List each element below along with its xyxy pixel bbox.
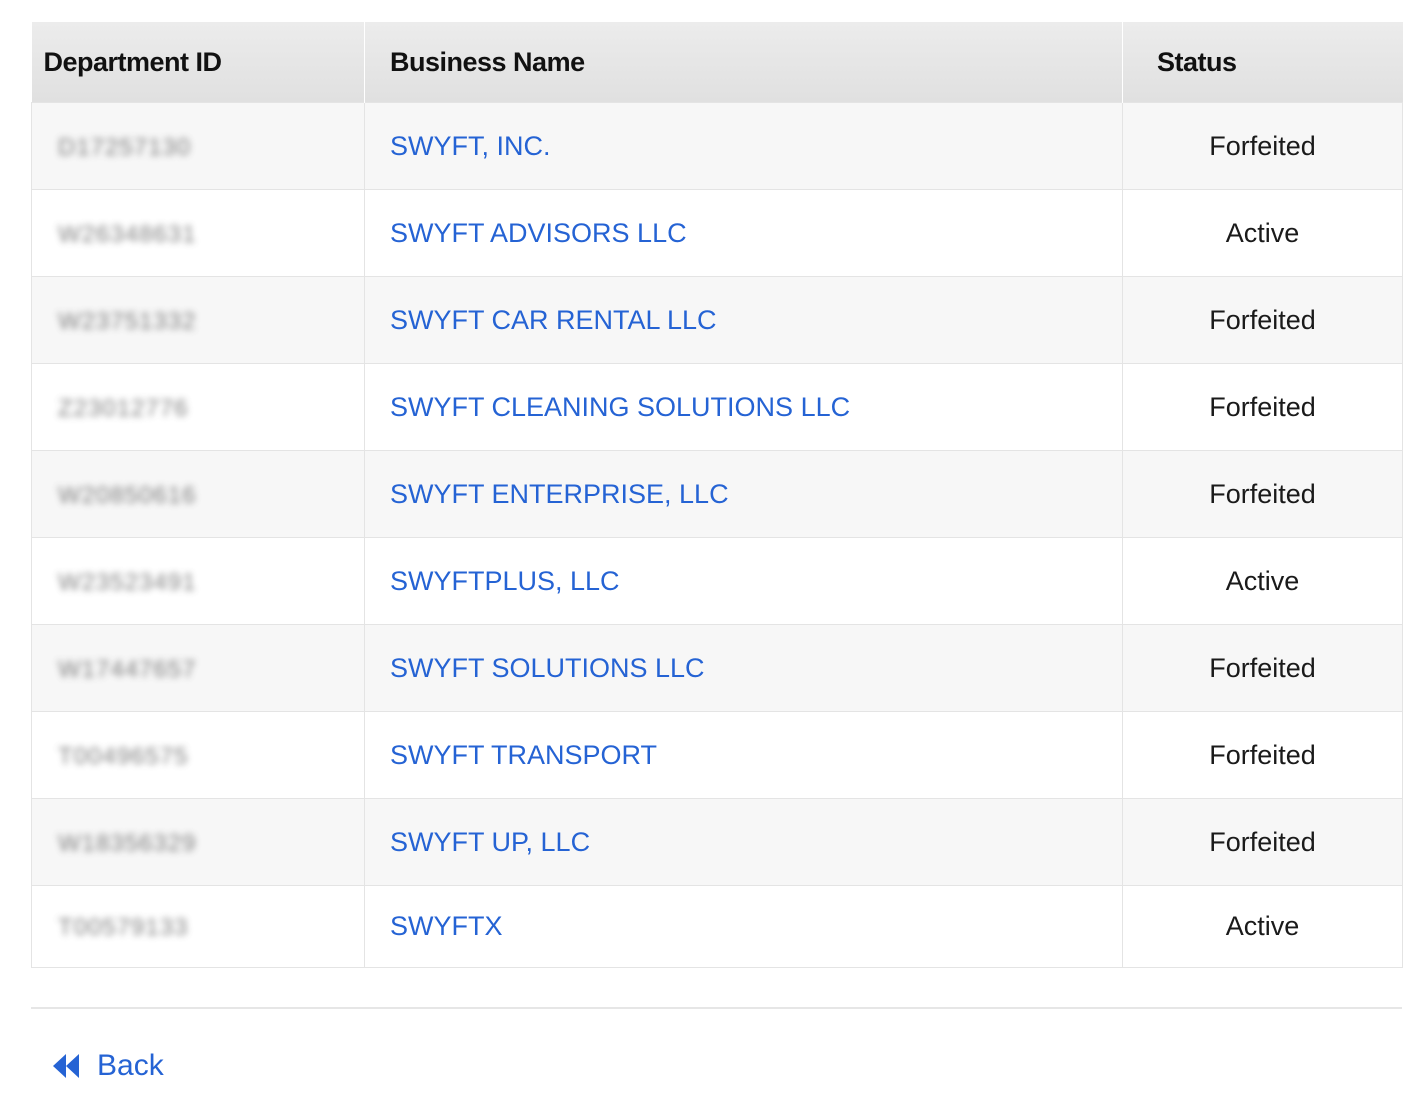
business-name-cell: SWYFT SOLUTIONS LLC	[364, 624, 1123, 712]
department-id: W18356329	[58, 829, 197, 857]
business-name-cell: SWYFTPLUS, LLC	[364, 537, 1123, 625]
footer-divider	[31, 1007, 1402, 1009]
department-id-cell: W23751332	[31, 276, 365, 364]
table-row: W23523491 SWYFTPLUS, LLC Active	[31, 537, 1403, 625]
table-row: W23751332 SWYFT CAR RENTAL LLC Forfeited	[31, 276, 1403, 364]
business-name-link[interactable]: SWYFT TRANSPORT	[390, 740, 657, 770]
department-id-cell: W17447657	[31, 624, 365, 712]
business-name-link[interactable]: SWYFT, INC.	[390, 131, 551, 161]
business-name-cell: SWYFT ENTERPRISE, LLC	[364, 450, 1123, 538]
back-label: Back	[97, 1049, 164, 1082]
department-id-cell: T00496575	[31, 711, 365, 799]
header-business-name[interactable]: Business Name	[364, 22, 1123, 103]
table-row: W26348631 SWYFT ADVISORS LLC Active	[31, 189, 1403, 277]
department-id-cell: Z23012776	[31, 363, 365, 451]
department-id-cell: D17257130	[31, 102, 365, 190]
table-row: T00496575 SWYFT TRANSPORT Forfeited	[31, 711, 1403, 799]
results-table-header: Department ID Business Name Status	[31, 22, 1403, 103]
department-id-cell: T00579133	[31, 885, 365, 968]
department-id: W17447657	[58, 655, 197, 683]
business-name-cell: SWYFT ADVISORS LLC	[364, 189, 1123, 277]
status-cell: Forfeited	[1122, 276, 1403, 364]
department-id: T00496575	[58, 742, 189, 770]
header-department-id[interactable]: Department ID	[31, 22, 365, 103]
department-id: W26348631	[58, 220, 197, 248]
business-name-cell: SWYFT CLEANING SOLUTIONS LLC	[364, 363, 1123, 451]
department-id-cell: W18356329	[31, 798, 365, 886]
department-id: W23751332	[58, 307, 197, 335]
business-name-link[interactable]: SWYFT ADVISORS LLC	[390, 218, 687, 248]
business-name-cell: SWYFT CAR RENTAL LLC	[364, 276, 1123, 364]
table-row: W20850616 SWYFT ENTERPRISE, LLC Forfeite…	[31, 450, 1403, 538]
business-name-link[interactable]: SWYFT ENTERPRISE, LLC	[390, 479, 729, 509]
search-results-page: Department ID Business Name Status D1725…	[0, 0, 1425, 1104]
business-name-cell: SWYFT UP, LLC	[364, 798, 1123, 886]
status-cell: Forfeited	[1122, 624, 1403, 712]
department-id: W20850616	[58, 481, 197, 509]
business-name-cell: SWYFT, INC.	[364, 102, 1123, 190]
business-name-link[interactable]: SWYFT CAR RENTAL LLC	[390, 305, 717, 335]
department-id: Z23012776	[58, 394, 189, 422]
status-cell: Active	[1122, 189, 1403, 277]
business-name-link[interactable]: SWYFT UP, LLC	[390, 827, 590, 857]
business-name-link[interactable]: SWYFTPLUS, LLC	[390, 566, 620, 596]
department-id-cell: W23523491	[31, 537, 365, 625]
status-cell: Active	[1122, 537, 1403, 625]
status-cell: Forfeited	[1122, 363, 1403, 451]
status-cell: Active	[1122, 885, 1403, 968]
table-row: W17447657 SWYFT SOLUTIONS LLC Forfeited	[31, 624, 1403, 712]
department-id: W23523491	[58, 568, 197, 596]
results-table: Department ID Business Name Status D1725…	[31, 22, 1403, 968]
department-id: T00579133	[58, 914, 189, 941]
header-row: Department ID Business Name Status	[31, 22, 1403, 103]
business-name-cell: SWYFTX	[364, 885, 1123, 968]
status-cell: Forfeited	[1122, 711, 1403, 799]
status-cell: Forfeited	[1122, 450, 1403, 538]
table-row: T00579133 SWYFTX Active	[31, 885, 1403, 968]
status-cell: Forfeited	[1122, 798, 1403, 886]
table-row: D17257130 SWYFT, INC. Forfeited	[31, 102, 1403, 190]
back-button[interactable]: Back	[52, 1046, 164, 1086]
business-name-cell: SWYFT TRANSPORT	[364, 711, 1123, 799]
results-table-body: D17257130 SWYFT, INC. Forfeited W2634863…	[31, 102, 1403, 968]
double-chevron-left-icon	[52, 1053, 80, 1079]
department-id: D17257130	[58, 133, 192, 161]
business-name-link[interactable]: SWYFT SOLUTIONS LLC	[390, 653, 705, 683]
business-name-link[interactable]: SWYFT CLEANING SOLUTIONS LLC	[390, 392, 850, 422]
table-row: Z23012776 SWYFT CLEANING SOLUTIONS LLC F…	[31, 363, 1403, 451]
department-id-cell: W26348631	[31, 189, 365, 277]
header-status[interactable]: Status	[1122, 22, 1403, 103]
table-row: W18356329 SWYFT UP, LLC Forfeited	[31, 798, 1403, 886]
status-cell: Forfeited	[1122, 102, 1403, 190]
department-id-cell: W20850616	[31, 450, 365, 538]
business-name-link[interactable]: SWYFTX	[390, 911, 503, 941]
